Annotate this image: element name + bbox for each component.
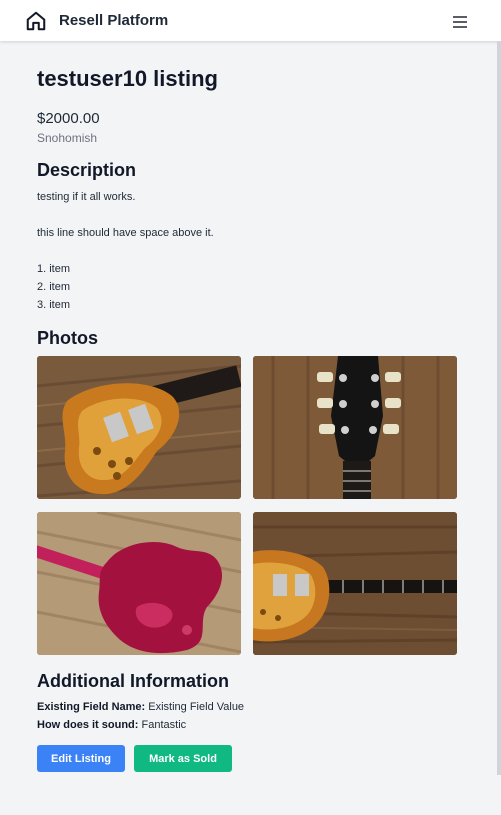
description-line: testing if it all works. [37, 191, 136, 203]
photo-grid [37, 356, 457, 655]
additional-info-heading: Additional Information [37, 671, 229, 691]
description-list-item: 2. item [37, 281, 71, 293]
edit-listing-button[interactable]: Edit Listing [37, 745, 125, 772]
top-navbar: Resell Platform [0, 0, 501, 41]
photo-guitar-headstock[interactable] [253, 356, 457, 499]
scrollbar[interactable] [497, 41, 501, 775]
listing-content: testuser10 listing $2000.00 Snohomish De… [37, 65, 457, 772]
listing-location: Snohomish [37, 131, 98, 145]
photo-guitar-body-front[interactable] [37, 356, 241, 499]
description-body: testing if it all works. this line shoul… [37, 188, 457, 314]
additional-fields: Existing Field Name: Existing Field Valu… [37, 698, 457, 734]
description-list-item: 1. item [37, 263, 71, 275]
photo-guitar-full-front[interactable] [253, 512, 457, 655]
field-row: Existing Field Name: Existing Field Valu… [37, 698, 457, 716]
field-row: How does it sound: Fantastic [37, 716, 457, 734]
listing-price: $2000.00 [37, 110, 100, 127]
description-heading: Description [37, 160, 137, 180]
listing-title: testuser10 listing [37, 66, 218, 91]
home-icon[interactable] [25, 10, 47, 32]
photo-guitar-body-back[interactable] [37, 512, 241, 655]
description-list-item: 3. item [37, 299, 71, 311]
field-value: Fantastic [141, 719, 187, 731]
mark-as-sold-button[interactable]: Mark as Sold [134, 745, 232, 772]
action-buttons: Edit Listing Mark as Sold [37, 745, 457, 772]
hamburger-menu-icon[interactable] [453, 15, 467, 28]
field-value: Existing Field Value [148, 701, 245, 713]
brand-title[interactable]: Resell Platform [59, 12, 168, 29]
field-label: How does it sound: [37, 719, 139, 731]
photos-heading: Photos [37, 328, 98, 348]
description-line: this line should have space above it. [37, 227, 214, 239]
field-label: Existing Field Name: [37, 701, 146, 713]
